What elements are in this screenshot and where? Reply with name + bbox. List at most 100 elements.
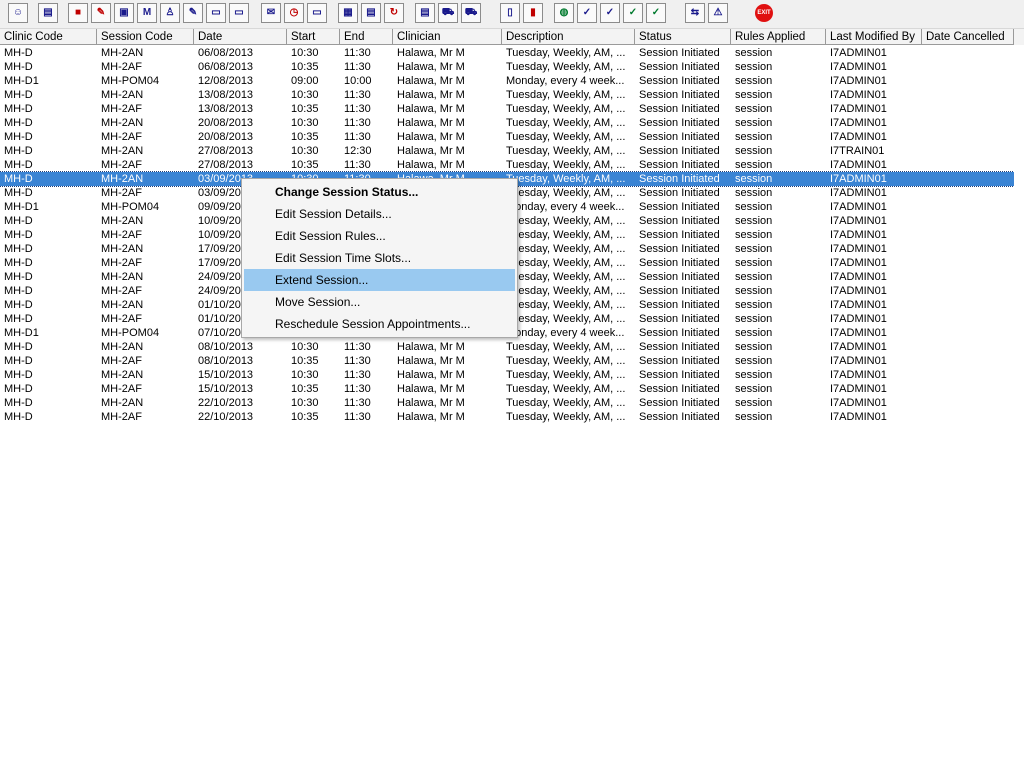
menu-item-reschedule-session-appointments[interactable]: Reschedule Session Appointments... <box>244 313 515 335</box>
cell-description: Tuesday, Weekly, AM, ... <box>506 117 626 129</box>
clock-arrow-button[interactable]: ↻ <box>384 3 404 23</box>
notes-icon: ▤ <box>420 7 430 18</box>
cell-date-cancelled <box>922 298 1014 312</box>
cell-clinic-code: MH-D <box>4 61 33 73</box>
column-header-last-modified-by[interactable]: Last Modified By <box>826 29 922 45</box>
cell-last-modified-by: I7ADMIN01 <box>830 313 887 325</box>
cell-rules-applied: session <box>735 201 773 213</box>
transport-button[interactable]: ⛟ <box>461 3 481 23</box>
column-header-session-code[interactable]: Session Code <box>97 29 194 45</box>
cell-description: Tuesday, Weekly, AM, ... <box>506 215 626 227</box>
cell-end: 11:30 <box>344 61 371 73</box>
column-header-clinic-code[interactable]: Clinic Code <box>0 29 97 45</box>
cell-rules-applied: session <box>735 159 773 171</box>
cell-clinic-code: MH-D <box>4 285 33 297</box>
window-button[interactable]: ▭ <box>307 3 327 23</box>
note-button[interactable]: ▤ <box>361 3 381 23</box>
table-row[interactable]: MH-D MH-2AN 27/08/2013 10:30 12:30 Halawa, Mr… <box>0 144 1014 158</box>
cell-clinic-code: MH-D <box>4 159 33 171</box>
cell-start: 10:35 <box>291 383 319 395</box>
table-row[interactable]: MH-D MH-2AF 15/10/2013 10:35 11:30 Halawa, Mr… <box>0 382 1014 396</box>
table-row[interactable]: MH-D MH-2AN 06/08/2013 10:30 11:30 Halawa, Mr… <box>0 46 1014 60</box>
cell-session-code: MH-POM04 <box>101 75 160 87</box>
exit-button[interactable]: EXIT <box>754 3 774 23</box>
cell-rules-applied: session <box>735 117 773 129</box>
cell-status: Session Initiated <box>639 187 720 199</box>
globe-search-button[interactable]: ◍ <box>554 3 574 23</box>
cell-date-cancelled <box>922 102 1014 116</box>
column-header-date-cancelled[interactable]: Date Cancelled <box>922 29 1014 45</box>
table-row[interactable]: MH-D MH-2AF 20/08/2013 10:35 11:30 Halawa, Mr… <box>0 130 1014 144</box>
cell-description: Tuesday, Weekly, AM, ... <box>506 145 626 157</box>
menu-item-edit-session-rules[interactable]: Edit Session Rules... <box>244 225 515 247</box>
table-row[interactable]: MH-D MH-2AN 08/10/2013 10:30 11:30 Halawa, Mr… <box>0 340 1014 354</box>
checklist-edit-button[interactable]: ✓ <box>600 3 620 23</box>
document-image-button[interactable]: ▣ <box>114 3 134 23</box>
vehicle-button[interactable]: ⛟ <box>438 3 458 23</box>
menu-item-change-session-status[interactable]: Change Session Status... <box>244 181 515 203</box>
patient-button[interactable]: ☺ <box>8 3 28 23</box>
red-book-button[interactable]: ■ <box>68 3 88 23</box>
sessions-grid[interactable]: Clinic Code Session Code Date Start End Clini… <box>0 29 1024 768</box>
table-row[interactable]: MH-D MH-2AN 15/10/2013 10:30 11:30 Halawa, Mr… <box>0 368 1014 382</box>
notes-button[interactable]: ▤ <box>415 3 435 23</box>
cell-status: Session Initiated <box>639 313 720 325</box>
ticket-icon: ▭ <box>211 7 221 18</box>
table-row[interactable]: MH-D MH-2AN 20/08/2013 10:30 11:30 Halawa, Mr… <box>0 116 1014 130</box>
column-header-clinician[interactable]: Clinician <box>393 29 502 45</box>
ticket-alt-button[interactable]: ▭ <box>229 3 249 23</box>
cell-description: Tuesday, Weekly, AM, ... <box>506 313 626 325</box>
bar-chart-button[interactable]: ▮ <box>523 3 543 23</box>
table-row[interactable]: MH-D MH-2AF 13/08/2013 10:35 11:30 Halawa, Mr… <box>0 102 1014 116</box>
table-row[interactable]: MH-D MH-2AN 22/10/2013 10:30 11:30 Halawa, Mr… <box>0 396 1014 410</box>
cell-rules-applied: session <box>735 215 773 227</box>
cell-last-modified-by: I7ADMIN01 <box>830 271 887 283</box>
table-row[interactable]: MH-D MH-2AF 08/10/2013 10:35 11:30 Halawa, Mr… <box>0 354 1014 368</box>
cell-clinician: Halawa, Mr M <box>397 89 465 101</box>
cell-last-modified-by: I7ADMIN01 <box>830 369 887 381</box>
column-header-rules-applied[interactable]: Rules Applied <box>731 29 826 45</box>
cell-status: Session Initiated <box>639 201 720 213</box>
cell-last-modified-by: I7ADMIN01 <box>830 285 887 297</box>
cell-clinic-code: MH-D1 <box>4 201 39 213</box>
menu-item-edit-session-details[interactable]: Edit Session Details... <box>244 203 515 225</box>
menu-item-extend-session[interactable]: Extend Session... <box>244 269 515 291</box>
cell-description: Monday, every 4 week... <box>506 327 625 339</box>
clock-arrow-icon: ↻ <box>389 7 399 18</box>
table-row[interactable]: MH-D MH-2AF 06/08/2013 10:35 11:30 Halawa, Mr… <box>0 60 1014 74</box>
cell-status: Session Initiated <box>639 229 720 241</box>
table-row[interactable]: MH-D MH-2AF 22/10/2013 10:35 11:30 Halawa, Mr… <box>0 410 1014 424</box>
menu-item-move-session[interactable]: Move Session... <box>244 291 515 313</box>
cell-last-modified-by: I7ADMIN01 <box>830 47 887 59</box>
swap-arrows-button[interactable]: ⇆ <box>685 3 705 23</box>
checklist-button[interactable]: ✓ <box>577 3 597 23</box>
cell-clinician: Halawa, Mr M <box>397 145 465 157</box>
table-row[interactable]: MH-D MH-2AF 27/08/2013 10:35 11:30 Halawa, Mr… <box>0 158 1014 172</box>
column-header-description[interactable]: Description <box>502 29 635 45</box>
printer-button[interactable]: ▤ <box>38 3 58 23</box>
notepad-button[interactable]: ✎ <box>183 3 203 23</box>
m-letter-button[interactable]: M <box>137 3 157 23</box>
green-checklist-button[interactable]: ✓ <box>623 3 643 23</box>
ticket-button[interactable]: ▭ <box>206 3 226 23</box>
cell-clinic-code: MH-D <box>4 397 33 409</box>
green-list-button[interactable]: ✓ <box>646 3 666 23</box>
blank-page-button[interactable]: ▯ <box>500 3 520 23</box>
person-button[interactable]: ♙ <box>160 3 180 23</box>
table-row[interactable]: MH-D1 MH-POM04 12/08/2013 09:00 10:00 Halawa,… <box>0 74 1014 88</box>
cell-session-code: MH-2AN <box>101 271 144 283</box>
calendar-chart-button[interactable]: ▦ <box>338 3 358 23</box>
cell-description: Monday, every 4 week... <box>506 75 625 87</box>
cell-date-cancelled <box>922 130 1014 144</box>
column-header-date[interactable]: Date <box>194 29 287 45</box>
column-header-start[interactable]: Start <box>287 29 340 45</box>
table-row[interactable]: MH-D MH-2AN 13/08/2013 10:30 11:30 Halawa, Mr… <box>0 88 1014 102</box>
menu-item-edit-session-time-slots[interactable]: Edit Session Time Slots... <box>244 247 515 269</box>
warning-button[interactable]: ⚠ <box>708 3 728 23</box>
envelope-button[interactable]: ✉ <box>261 3 281 23</box>
cell-date-cancelled <box>922 396 1014 410</box>
column-header-end[interactable]: End <box>340 29 393 45</box>
red-book-edit-button[interactable]: ✎ <box>91 3 111 23</box>
clock-button[interactable]: ◷ <box>284 3 304 23</box>
column-header-status[interactable]: Status <box>635 29 731 45</box>
